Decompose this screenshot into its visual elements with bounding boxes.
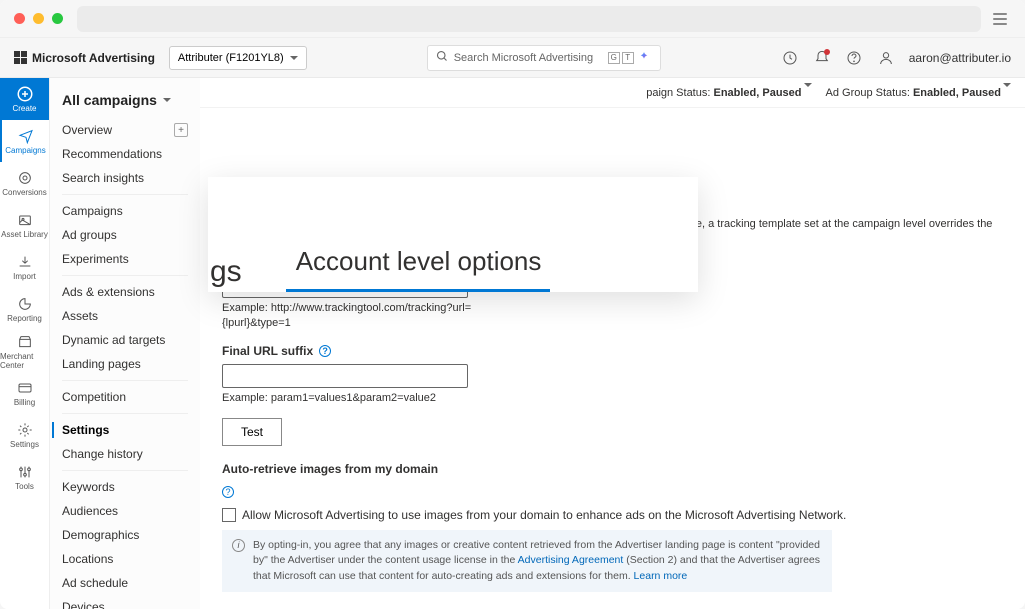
sidebar-item-campaigns[interactable]: Campaigns [50,199,200,223]
sidebar-item-change-history[interactable]: Change history [50,442,200,466]
test-button[interactable]: Test [222,418,282,446]
leftrail: Create Campaigns Conversions Asset Libra… [0,78,50,609]
info-icon: i [232,539,245,552]
sidebar-item-dynamic-ad-targets[interactable]: Dynamic ad targets [50,328,200,352]
chevron-down-icon [1003,83,1011,99]
rail-tools[interactable]: Tools [0,456,49,498]
learn-more-link[interactable]: Learn more [634,570,688,582]
sidebar-item-locations[interactable]: Locations [50,547,200,571]
sidebar-item-keywords[interactable]: Keywords [50,475,200,499]
auto-retrieve-checkbox-label: Allow Microsoft Advertising to use image… [242,508,846,522]
advertising-agreement-link[interactable]: Advertising Agreement [518,554,624,566]
hamburger-icon[interactable] [989,8,1011,30]
final-url-suffix-label: Final URL suffix ? [222,344,1003,358]
sidebar-item-search-insights[interactable]: Search insights [50,166,200,190]
final-url-suffix-input[interactable] [222,364,468,388]
badge-t: T [622,52,634,64]
sidebar-item-competition[interactable]: Competition [50,385,200,409]
sidebar-item-overview[interactable]: Overview+ [50,118,200,142]
sidebar-item-experiments[interactable]: Experiments [50,247,200,271]
titlebar [0,0,1025,38]
rail-reporting[interactable]: Reporting [0,288,49,330]
performance-icon[interactable] [781,49,799,67]
add-icon[interactable]: + [174,123,188,137]
search-icon [436,50,448,65]
status-row: paign Status: Enabled, Paused Ad Group S… [200,78,1025,108]
help-icon[interactable] [845,49,863,67]
brand-label: Microsoft Advertising [14,51,155,65]
user-email[interactable]: aaron@attributer.io [909,51,1011,65]
tracking-template-example: Example: http://www.trackingtool.com/tra… [222,301,472,332]
copilot-icon[interactable] [636,50,652,66]
maximize-window-button[interactable] [52,13,63,24]
user-icon[interactable] [877,49,895,67]
sidebar-item-demographics[interactable]: Demographics [50,523,200,547]
sidebar-item-audiences[interactable]: Audiences [50,499,200,523]
sidebar-item-ad-groups[interactable]: Ad groups [50,223,200,247]
chevron-down-icon [290,56,298,60]
sidebar-item-ad-schedule[interactable]: Ad schedule [50,571,200,595]
rail-asset-library[interactable]: Asset Library [0,204,49,246]
chevron-down-icon [163,98,171,102]
rail-campaigns[interactable]: Campaigns [0,120,49,162]
rail-conversions[interactable]: Conversions [0,162,49,204]
campaign-status[interactable]: paign Status: Enabled, Paused [646,87,811,99]
sidebar-item-ads-extensions[interactable]: Ads & extensions [50,280,200,304]
close-window-button[interactable] [14,13,25,24]
rail-billing[interactable]: Billing [0,372,49,414]
chevron-down-icon [804,83,812,99]
final-url-suffix-example: Example: param1=values1&param2=value2 [222,391,472,406]
sidebar-item-recommendations[interactable]: Recommendations [50,142,200,166]
sidebar-item-settings[interactable]: Settings [50,418,200,442]
sidebar: All campaigns Overview+ Recommendations … [50,78,200,609]
sidebar-item-devices[interactable]: Devices [50,595,200,609]
sidebar-item-assets[interactable]: Assets [50,304,200,328]
search-placeholder: Search Microsoft Advertising [454,52,593,64]
sidebar-item-landing-pages[interactable]: Landing pages [50,352,200,376]
microsoft-logo-icon [14,51,27,64]
minimize-window-button[interactable] [33,13,44,24]
rail-create[interactable]: Create [0,78,49,120]
tab-settings-partial[interactable]: gs [210,255,242,289]
auto-retrieve-label: Auto-retrieve images from my domain [222,462,1003,476]
notifications-icon[interactable] [813,49,831,67]
account-selector[interactable]: Attributer (F1201YL8) [169,46,307,70]
auto-retrieve-checkbox[interactable] [222,508,236,522]
sidebar-header[interactable]: All campaigns [50,88,200,118]
help-icon[interactable]: ? [222,486,234,498]
rail-import[interactable]: Import [0,246,49,288]
topbar: Microsoft Advertising Attributer (F1201Y… [0,38,1025,78]
popup-card: gs Account level options [208,177,698,292]
url-bar[interactable] [77,6,981,32]
search-input[interactable]: Search Microsoft Advertising G T [427,45,661,71]
help-icon[interactable]: ? [319,345,331,357]
badge-g: G [608,52,620,64]
tab-account-level-options[interactable]: Account level options [296,246,684,289]
rail-merchant-center[interactable]: Merchant Center [0,330,49,372]
info-box: i By opting-in, you agree that any image… [222,530,832,592]
active-tab-underline [286,289,550,292]
rail-settings[interactable]: Settings [0,414,49,456]
adgroup-status[interactable]: Ad Group Status: Enabled, Paused [826,87,1011,99]
